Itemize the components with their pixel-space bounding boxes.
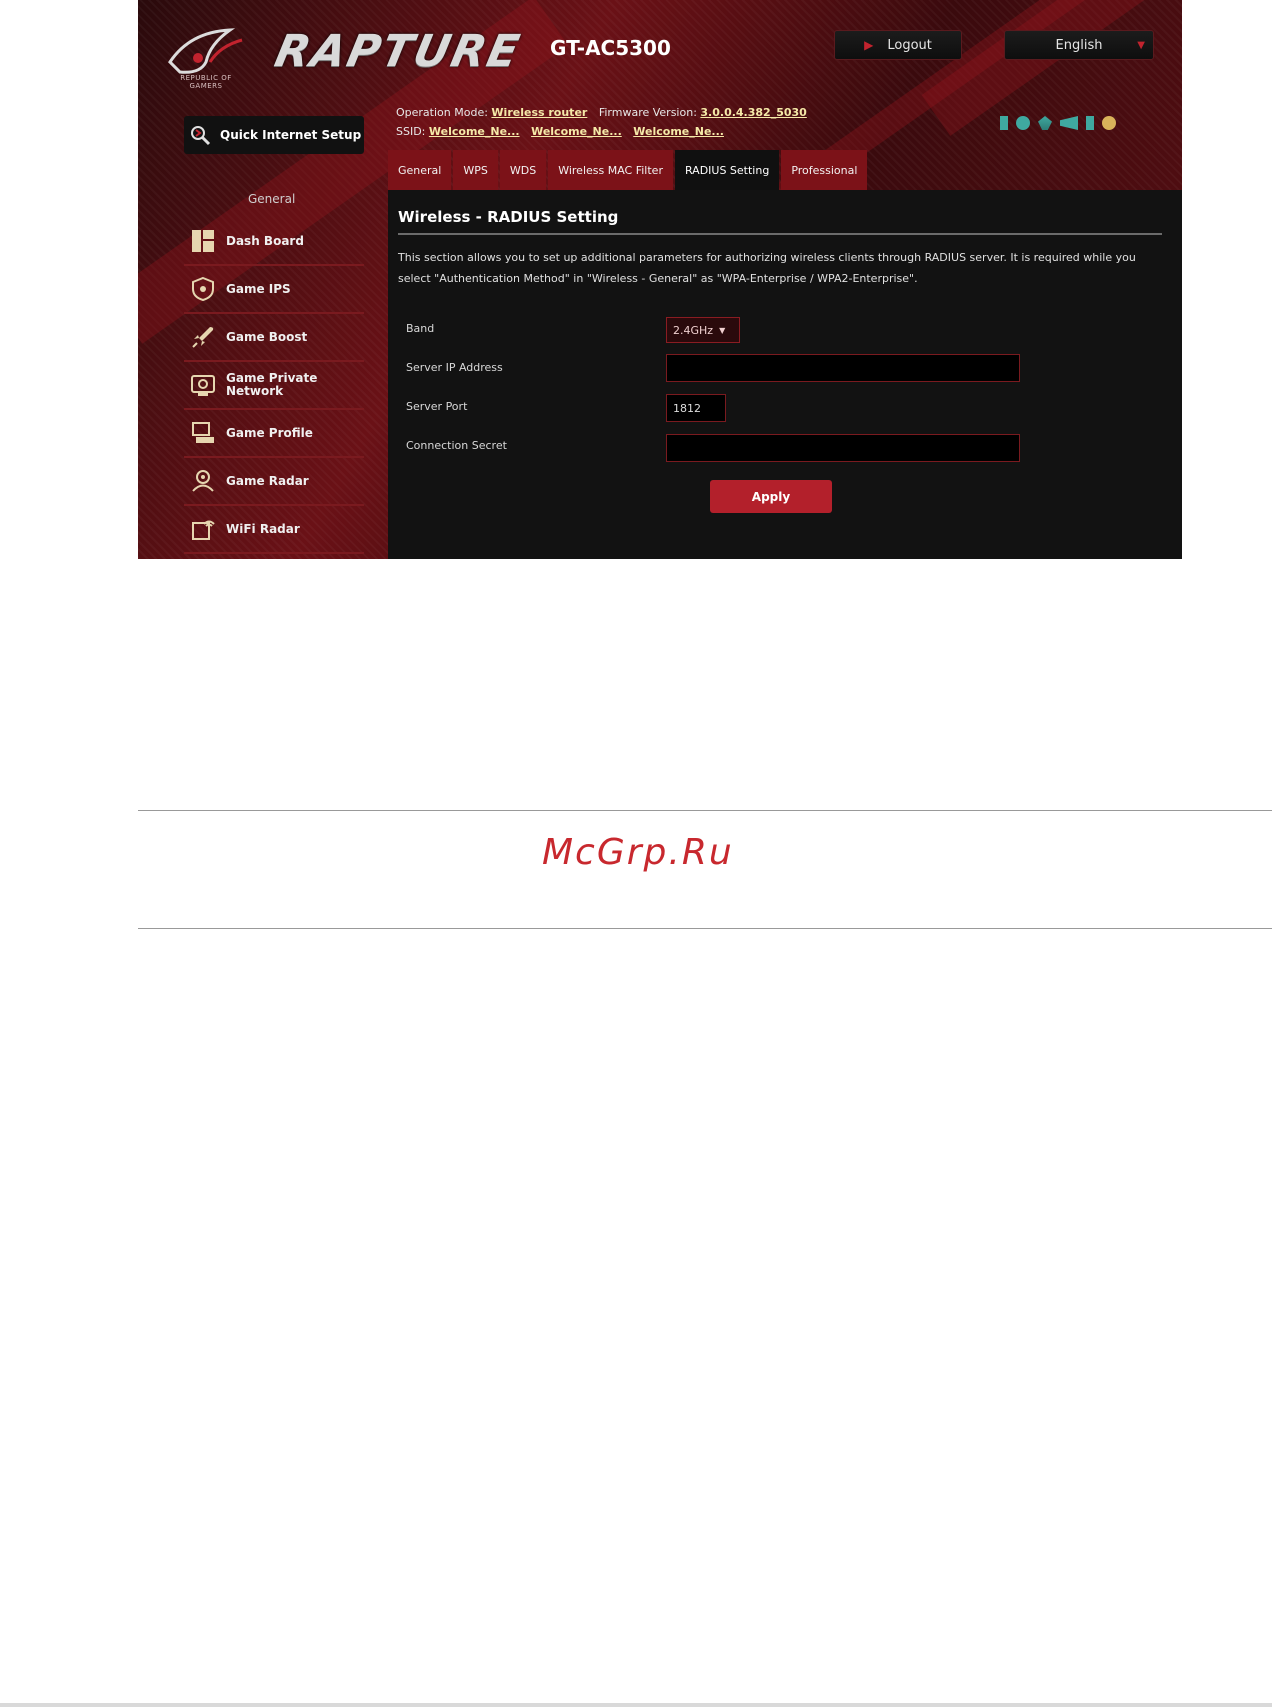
sidebar-item-game-boost[interactable]: Game Boost (184, 314, 364, 362)
top-divider (138, 810, 1272, 811)
page-title: Wireless - RADIUS Setting (398, 208, 619, 226)
language-select[interactable]: English ▼ (1004, 30, 1154, 60)
settings-gear-icon[interactable] (1102, 116, 1116, 130)
radar-icon (192, 470, 214, 492)
rocket-icon (192, 327, 214, 348)
network-icon (191, 375, 215, 396)
tab-radius-setting[interactable]: RADIUS Setting (674, 150, 780, 190)
ssid-row: SSID: Welcome_Ne... Welcome_Ne... Welcom… (396, 125, 732, 138)
dashboard-icon (192, 230, 214, 252)
tab-wds[interactable]: WDS (499, 150, 547, 190)
op-mode-link[interactable]: Wireless router (491, 106, 587, 119)
sidebar-item-game-private-network[interactable]: Game Private Network (184, 362, 364, 410)
sidebar-item-label: Game Private Network (226, 371, 318, 398)
shield-icon (192, 276, 214, 302)
server-port-label: Server Port (406, 400, 468, 413)
bottom-divider (138, 928, 1272, 929)
connection-secret-label: Connection Secret (406, 439, 507, 452)
sidebar-item-label: WiFi Radar (226, 521, 300, 536)
profile-icon (192, 422, 214, 443)
chevron-down-icon: ▼ (1137, 39, 1145, 51)
server-ip-label: Server IP Address (406, 361, 503, 374)
connection-secret-input[interactable] (666, 434, 1020, 462)
watermark-text: McGrp.Ru (542, 832, 734, 873)
device-status-icon[interactable] (1086, 116, 1094, 130)
firmware-label: Firmware Version: (598, 106, 697, 119)
sidebar-item-label: Dash Board (226, 233, 304, 248)
logo-caption: REPUBLIC OF GAMERS (180, 74, 232, 90)
operation-mode-row: Operation Mode: Wireless router Firmware… (396, 106, 815, 119)
chevron-down-icon: ▼ (719, 325, 726, 335)
sidebar-item-dash-board[interactable]: Dash Board (184, 218, 364, 266)
sidebar-item-game-ips[interactable]: Game IPS (184, 266, 364, 314)
ssid-link[interactable]: Welcome_Ne... (531, 125, 622, 138)
sidebar-item-label: Game Boost (226, 329, 308, 344)
apply-button[interactable]: Apply (710, 480, 832, 513)
tab-bar: General WPS WDS Wireless MAC Filter RADI… (388, 150, 868, 190)
tab-wireless-mac-filter[interactable]: Wireless MAC Filter (548, 150, 673, 190)
ssid-label: SSID: (396, 125, 426, 138)
wifi-status-icon[interactable] (1060, 116, 1078, 130)
router-status-icon[interactable] (1000, 116, 1008, 130)
logout-label: Logout (887, 37, 932, 53)
ssid-link[interactable]: Welcome_Ne... (633, 125, 724, 138)
tab-professional[interactable]: Professional (781, 150, 868, 190)
sidebar-item-wifi-radar[interactable]: WiFi Radar (184, 506, 364, 554)
title-divider (398, 233, 1162, 235)
page-bottom-strip (0, 1703, 1272, 1707)
model-name: GT-AC5300 (550, 36, 671, 60)
op-mode-label: Operation Mode: (396, 106, 488, 119)
page-description: This section allows you to set up additi… (398, 251, 1136, 285)
content-panel: Wireless - RADIUS Setting This section a… (388, 190, 1182, 559)
sidebar-item-label: Game Radar (226, 473, 309, 488)
arrow-right-icon: ▶ (864, 38, 874, 52)
sidebar-item-label: Game IPS (226, 281, 291, 296)
tab-wps[interactable]: WPS (453, 150, 498, 190)
tab-general[interactable]: General (388, 150, 452, 190)
brand-title: RAPTURE (270, 26, 526, 77)
logout-button[interactable]: ▶ Logout (834, 30, 962, 60)
sidebar-item-game-profile[interactable]: Game Profile (184, 410, 364, 458)
wifi-radar-icon (192, 520, 215, 540)
sidebar-item-label: Game Profile (226, 425, 313, 440)
sidebar-item-game-radar[interactable]: Game Radar (184, 458, 364, 506)
sidebar-section-general: General (248, 192, 296, 206)
quick-setup-label: Quick Internet Setup (220, 128, 362, 142)
server-port-input[interactable] (666, 394, 726, 422)
wizard-icon (191, 126, 211, 146)
internet-status-icon[interactable] (1016, 116, 1030, 130)
ssid-link[interactable]: Welcome_Ne... (429, 125, 520, 138)
language-label: English (1055, 37, 1103, 53)
server-ip-input[interactable] (666, 354, 1020, 382)
quick-internet-setup-button[interactable]: Quick Internet Setup (184, 116, 364, 154)
band-label: Band (406, 322, 435, 335)
firmware-link[interactable]: 3.0.0.4.382_5030 (700, 106, 806, 119)
band-select[interactable]: 2.4GHz ▼ (666, 317, 740, 343)
status-icons (1000, 116, 1116, 130)
band-value: 2.4GHz (673, 323, 714, 337)
router-admin-screenshot: REPUBLIC OF GAMERS RAPTURE GT-AC5300 ▶ L… (138, 0, 1182, 559)
usb-status-icon[interactable] (1038, 116, 1052, 130)
